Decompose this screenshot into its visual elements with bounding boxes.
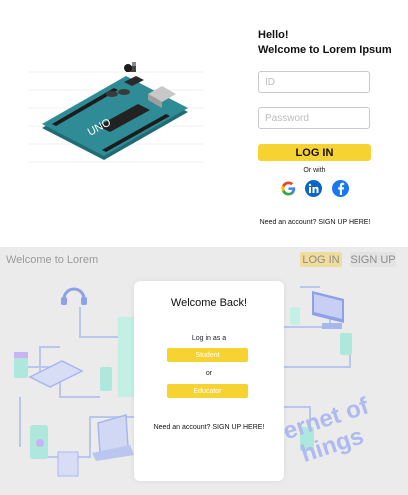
nav-signup-button[interactable]: SIGN UP bbox=[350, 252, 396, 267]
landing-page: ernet of hings Welcome to Lorem LOG IN S… bbox=[0, 247, 408, 495]
google-icon[interactable] bbox=[280, 180, 297, 197]
facebook-icon[interactable] bbox=[332, 180, 349, 197]
id-input[interactable] bbox=[258, 71, 370, 93]
linkedin-icon[interactable] bbox=[305, 180, 322, 197]
card-signup-link[interactable]: SIGN UP HERE! bbox=[212, 424, 264, 431]
card-signup-prompt-text: Need an account? bbox=[153, 424, 211, 431]
educator-button[interactable]: Educator bbox=[167, 384, 248, 398]
signup-prompt-text: Need an account? bbox=[259, 219, 317, 226]
login-role-card: Welcome Back! Log in as a Student or Edu… bbox=[134, 281, 284, 481]
greeting-line-1: Hello! bbox=[258, 29, 289, 41]
signup-prompt: Need an account? SIGN UP HERE! bbox=[254, 219, 376, 226]
or-with-label: Or with bbox=[303, 167, 326, 174]
card-signup-prompt: Need an account? SIGN UP HERE! bbox=[134, 424, 284, 431]
nav-login-button[interactable]: LOG IN bbox=[300, 252, 342, 267]
greeting-line-2: Welcome to Lorem Ipsum bbox=[258, 44, 392, 56]
password-input[interactable] bbox=[258, 107, 370, 129]
headset-icon bbox=[61, 287, 87, 305]
brand-title: Welcome to Lorem bbox=[6, 254, 99, 266]
or-label: or bbox=[205, 370, 213, 377]
login-as-label: Log in as a bbox=[191, 335, 227, 342]
login-panel: UNO Hello! Welcome to Lorem Ipsum LOG IN… bbox=[0, 0, 408, 247]
greeting: Hello! Welcome to Lorem Ipsum bbox=[258, 28, 392, 58]
card-title: Welcome Back! bbox=[170, 297, 248, 309]
signup-link[interactable]: SIGN UP HERE! bbox=[318, 219, 370, 226]
student-button[interactable]: Student bbox=[167, 348, 248, 362]
monitor-icon bbox=[312, 291, 344, 329]
login-button[interactable]: LOG IN bbox=[258, 144, 371, 161]
arduino-board-illustration: UNO bbox=[28, 62, 204, 163]
